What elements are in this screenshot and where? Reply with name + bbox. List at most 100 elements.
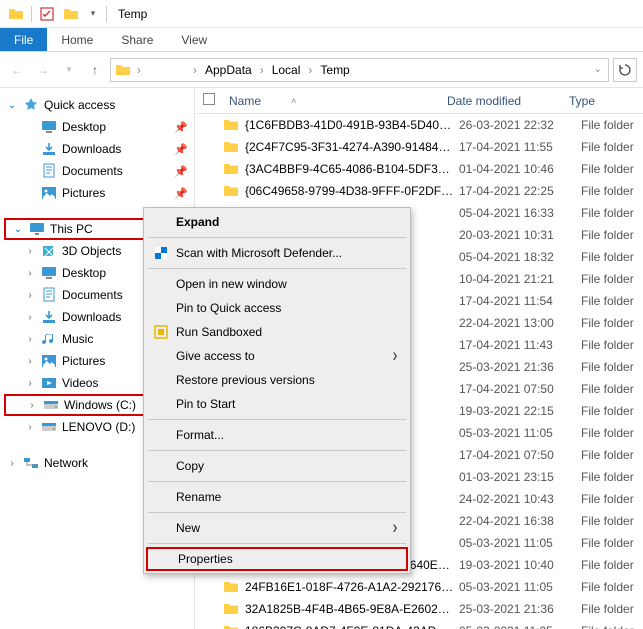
file-date: 05-03-2021 11:05: [459, 624, 581, 629]
ctx-open-new[interactable]: Open in new window: [146, 272, 408, 296]
crumb-local[interactable]: Local: [270, 63, 303, 77]
recent-dropdown[interactable]: ▾: [58, 59, 80, 81]
file-type: File folder: [581, 250, 643, 264]
desktop-icon: [40, 265, 58, 281]
sidebar-item-downloads[interactable]: Downloads📌: [18, 138, 194, 160]
file-date: 05-03-2021 11:05: [459, 580, 581, 594]
table-row[interactable]: 24FB16E1-018F-4726-A1A2-29217664E...05-0…: [195, 576, 643, 598]
pictures-icon: [40, 185, 58, 201]
network-icon: [22, 455, 40, 471]
file-type: File folder: [581, 558, 643, 572]
file-date: 22-04-2021 16:38: [459, 514, 581, 528]
ctx-pin-start[interactable]: Pin to Start: [146, 392, 408, 416]
folder-icon: [223, 161, 241, 177]
forward-button[interactable]: →: [32, 59, 54, 81]
ctx-pin-quick[interactable]: Pin to Quick access: [146, 296, 408, 320]
sidebar-item-pictures[interactable]: Pictures📌: [18, 182, 194, 204]
chevron-right-icon[interactable]: ›: [24, 334, 36, 345]
address-bar[interactable]: › › AppData › Local › Temp ⌄: [110, 58, 609, 82]
folder-icon: [223, 117, 241, 133]
file-date: 05-03-2021 11:05: [459, 426, 581, 440]
back-button[interactable]: ←: [6, 59, 28, 81]
title-bar: ▾ Temp: [0, 0, 643, 28]
ctx-expand[interactable]: Expand: [146, 210, 408, 234]
chevron-right-icon[interactable]: ›: [258, 63, 266, 77]
ctx-sandbox[interactable]: Run Sandboxed: [146, 320, 408, 344]
chevron-right-icon[interactable]: ›: [24, 356, 36, 367]
table-row[interactable]: {06C49658-9799-4D38-9FFF-0F2DFC0B...17-0…: [195, 180, 643, 202]
refresh-button[interactable]: [613, 58, 637, 82]
chevron-down-icon[interactable]: ⌄: [12, 224, 24, 235]
videos-icon: [40, 375, 58, 391]
folder-icon: [223, 139, 241, 155]
table-row[interactable]: {1C6FBDB3-41D0-491B-93B4-5D40D15...26-03…: [195, 114, 643, 136]
table-row[interactable]: 186B397C-8AD7-4F9E-81DA-43ADF410...05-03…: [195, 620, 643, 629]
file-name: {3AC4BBF9-4C65-4086-B104-5DF3482...: [241, 162, 459, 176]
sidebar-quick-access[interactable]: ⌄ Quick access: [0, 94, 194, 116]
chevron-right-icon[interactable]: ›: [191, 63, 199, 77]
chevron-down-icon[interactable]: ⌄: [6, 100, 18, 111]
chevron-down-icon[interactable]: ⌄: [592, 64, 604, 75]
tab-home[interactable]: Home: [47, 28, 107, 51]
sidebar-item-desktop[interactable]: Desktop📌: [18, 116, 194, 138]
crumb-appdata[interactable]: AppData: [203, 63, 254, 77]
ctx-scan[interactable]: Scan with Microsoft Defender...: [146, 241, 408, 265]
documents-icon: [40, 163, 58, 179]
divider: [106, 6, 107, 22]
file-type: File folder: [581, 536, 643, 550]
crumb-temp[interactable]: Temp: [318, 63, 351, 77]
sidebar-item-documents[interactable]: Documents📌: [18, 160, 194, 182]
downloads-icon: [40, 141, 58, 157]
folder-icon: [115, 62, 131, 78]
folder-icon: [223, 623, 241, 629]
chevron-right-icon[interactable]: ›: [24, 378, 36, 389]
chevron-right-icon[interactable]: ›: [24, 290, 36, 301]
ctx-format[interactable]: Format...: [146, 423, 408, 447]
column-type[interactable]: Type: [563, 94, 643, 108]
tab-view[interactable]: View: [167, 28, 221, 51]
pin-icon: 📌: [174, 143, 188, 156]
file-type: File folder: [581, 360, 643, 374]
chevron-right-icon[interactable]: ›: [26, 400, 38, 411]
file-type: File folder: [581, 404, 643, 418]
column-date[interactable]: Date modified: [441, 94, 563, 108]
ctx-rename[interactable]: Rename: [146, 485, 408, 509]
documents-icon: [40, 287, 58, 303]
tab-share[interactable]: Share: [107, 28, 167, 51]
up-button[interactable]: ↑: [84, 59, 106, 81]
tab-file[interactable]: File: [0, 28, 47, 51]
table-row[interactable]: {3AC4BBF9-4C65-4086-B104-5DF3482...01-04…: [195, 158, 643, 180]
column-header[interactable]: Name˄ Date modified Type: [195, 88, 643, 114]
ctx-copy[interactable]: Copy: [146, 454, 408, 478]
table-row[interactable]: {2C4F7C95-3F31-4274-A390-9148448A...17-0…: [195, 136, 643, 158]
dropdown-icon[interactable]: ▾: [87, 6, 99, 22]
chevron-right-icon[interactable]: ›: [6, 458, 18, 469]
file-date: 10-04-2021 21:21: [459, 272, 581, 286]
select-all-checkbox[interactable]: [203, 93, 223, 108]
column-name[interactable]: Name˄: [223, 94, 441, 108]
ctx-properties[interactable]: Properties: [146, 547, 408, 571]
pc-icon: [28, 221, 46, 237]
file-date: 05-04-2021 18:32: [459, 250, 581, 264]
chevron-right-icon[interactable]: ›: [24, 268, 36, 279]
file-type: File folder: [581, 162, 643, 176]
chevron-right-icon[interactable]: ›: [306, 63, 314, 77]
chevron-right-icon[interactable]: ›: [24, 312, 36, 323]
file-type: File folder: [581, 338, 643, 352]
properties-quick-icon[interactable]: [39, 6, 55, 22]
file-type: File folder: [581, 426, 643, 440]
chevron-right-icon[interactable]: ›: [135, 63, 143, 77]
ctx-restore[interactable]: Restore previous versions: [146, 368, 408, 392]
chevron-right-icon[interactable]: ›: [24, 422, 36, 433]
file-date: 19-03-2021 10:40: [459, 558, 581, 572]
ctx-give-access[interactable]: Give access to❯: [146, 344, 408, 368]
sandbox-icon: [152, 323, 170, 341]
file-date: 22-04-2021 13:00: [459, 316, 581, 330]
file-date: 19-03-2021 22:15: [459, 404, 581, 418]
file-date: 17-04-2021 07:50: [459, 382, 581, 396]
file-type: File folder: [581, 580, 643, 594]
file-name: {1C6FBDB3-41D0-491B-93B4-5D40D15...: [241, 118, 459, 132]
ctx-new[interactable]: New❯: [146, 516, 408, 540]
table-row[interactable]: 32A1825B-4F4B-4B65-9E8A-E2602FCD...25-03…: [195, 598, 643, 620]
chevron-right-icon[interactable]: ›: [24, 246, 36, 257]
